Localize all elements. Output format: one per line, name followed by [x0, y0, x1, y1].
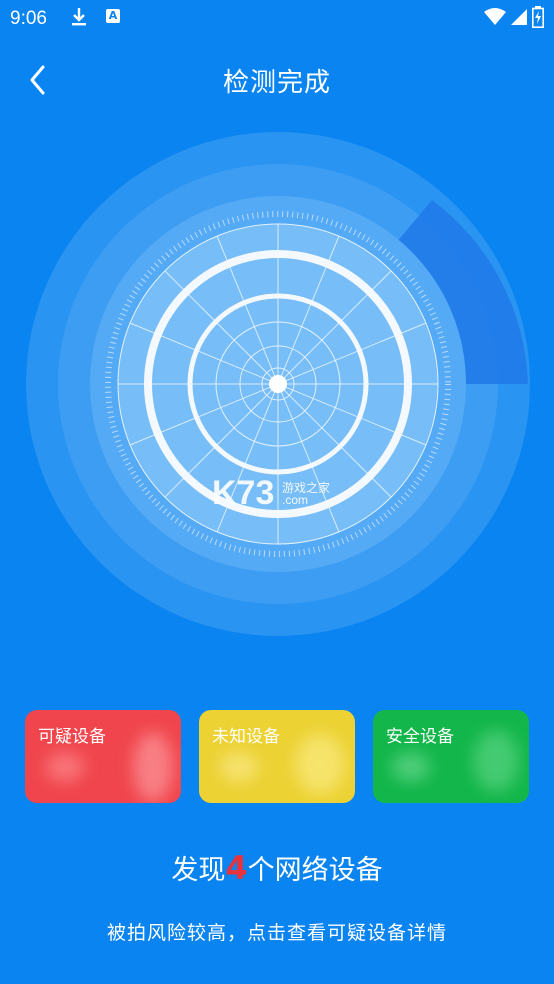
- header: 检测完成: [0, 50, 554, 110]
- signal-icon: [511, 9, 527, 25]
- safe-devices-label: 安全设备: [386, 727, 454, 747]
- unknown-devices-label: 未知设备: [212, 727, 280, 747]
- watermark-domain: .com: [282, 493, 308, 507]
- watermark-brand: K73: [212, 474, 274, 512]
- wifi-icon: [484, 8, 506, 25]
- battery-icon: [532, 6, 544, 28]
- status-time: 9:06: [10, 8, 47, 29]
- page-title: 检测完成: [222, 68, 331, 98]
- device-count-summary: 发现4个网络设备: [0, 848, 554, 887]
- suspicious-devices-label: 可疑设备: [38, 727, 106, 747]
- safe-devices-card[interactable]: 安全设备: [373, 710, 529, 803]
- app-notification-icon: A: [106, 9, 120, 23]
- suspicious-devices-card[interactable]: 可疑设备: [25, 710, 181, 803]
- status-bar: 9:06 A: [0, 0, 554, 38]
- summary-suffix: 个网络设备: [247, 855, 383, 886]
- unknown-devices-card[interactable]: 未知设备: [199, 710, 355, 803]
- view-details-hint[interactable]: 被拍风险较高，点击查看可疑设备详情: [0, 918, 554, 945]
- device-category-cards: 可疑设备 未知设备 安全设备: [25, 710, 530, 803]
- summary-prefix: 发现: [171, 855, 226, 886]
- radar-scan-graphic: K73 游戏之家 .com: [26, 132, 530, 636]
- device-count: 4: [225, 849, 248, 887]
- download-icon: [72, 8, 86, 26]
